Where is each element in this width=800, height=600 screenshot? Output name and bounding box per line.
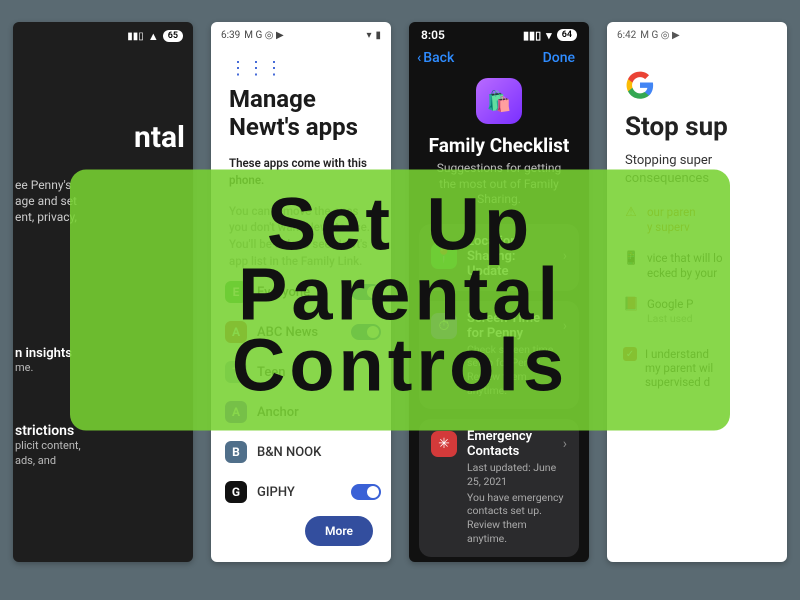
battery-pill: 65: [163, 30, 183, 42]
overlay-title-line2: Controls: [98, 330, 702, 400]
overlay-title-line1: Set Up Parental: [98, 190, 702, 331]
card-subtitle-date: Last updated: June 25, 2021: [431, 461, 567, 488]
checklist-card[interactable]: ✳ Emergency Contacts › Last updated: Jun…: [419, 419, 579, 557]
status-bar: 6:39 M G ◎ ▶ ▾ ▮: [211, 22, 391, 44]
google-logo: [607, 44, 787, 100]
status-bar: 6:42 M G ◎ ▶: [607, 22, 787, 44]
status-app-icons: M G ◎ ▶: [244, 30, 283, 41]
done-button[interactable]: Done: [543, 50, 575, 66]
signal-icon: ▮▮▯: [523, 29, 541, 42]
restrictions-sub: plicit content, ads, and: [15, 439, 185, 469]
app-icon: B: [225, 441, 247, 463]
battery-pill: 64: [557, 29, 577, 41]
hero-title: Family Checklist: [427, 134, 571, 157]
chevron-right-icon: ›: [563, 436, 567, 452]
back-button[interactable]: ‹ Back: [417, 50, 454, 66]
wifi-icon: ▾: [546, 29, 552, 42]
app-row[interactable]: B B&N NOOK: [225, 441, 381, 463]
title-overlay: Set Up Parental Controls: [70, 170, 730, 431]
status-app-icons: M G ◎ ▶: [640, 30, 679, 41]
more-button[interactable]: More: [305, 516, 373, 546]
app-label: GIPHY: [257, 485, 341, 500]
app-icon: G: [225, 481, 247, 503]
page-title: Stop sup: [607, 100, 787, 142]
back-label: Back: [423, 50, 454, 66]
status-bar: ▮▮▯ ▲ 65: [13, 22, 193, 46]
signal-icon: ▮▮▯: [127, 31, 144, 42]
app-toggle[interactable]: [351, 484, 381, 500]
battery-icon: ▮: [375, 30, 381, 41]
hero-icon: 🛍️: [476, 78, 522, 124]
google-g-icon: [625, 70, 655, 100]
status-time: 6:39: [221, 30, 240, 41]
card-title: Emergency Contacts: [467, 429, 553, 459]
chevron-left-icon: ‹: [417, 50, 421, 66]
wifi-icon: ▾: [366, 30, 371, 41]
app-row[interactable]: G GIPHY: [225, 481, 381, 503]
emergency-icon: ✳: [431, 431, 457, 457]
app-label: B&N NOOK: [257, 445, 381, 460]
nav-bar: ‹ Back Done: [409, 44, 589, 72]
wifi-icon: ▲: [148, 30, 159, 43]
page-title: Manage Newt's apps: [211, 82, 391, 141]
status-bar: 8:05 ▮▮▯ ▾ 64: [409, 22, 589, 44]
status-time: 8:05: [421, 28, 445, 42]
card-subtitle-text: You have emergency contacts set up. Revi…: [431, 491, 567, 546]
status-time: 6:42: [617, 30, 636, 41]
app-grid-icon[interactable]: ⋮⋮⋮: [211, 44, 391, 82]
page-title: ntal: [13, 120, 185, 155]
